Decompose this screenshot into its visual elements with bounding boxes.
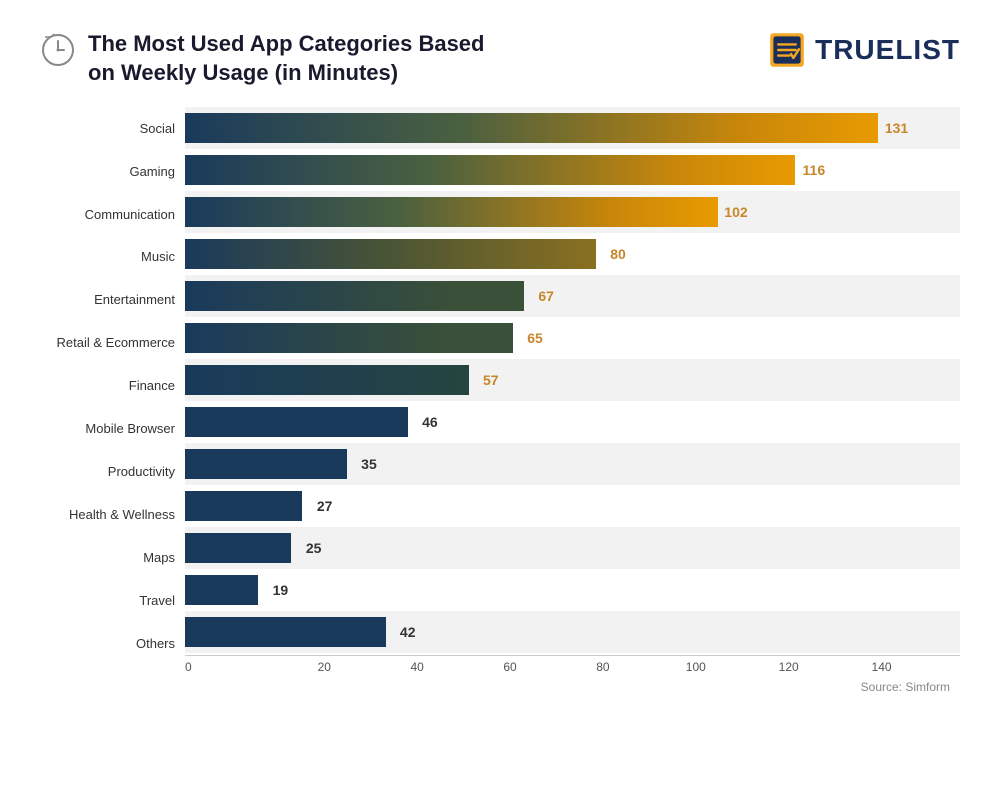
bars-container: 131 116 102 80 67 65 57 46 35 27 25 19 42 (185, 107, 960, 653)
y-axis-label: Health & Wellness (40, 493, 185, 535)
bar-value-label: 57 (483, 372, 499, 388)
x-axis: 020406080100120140 (185, 655, 960, 674)
bar-value-label: 42 (400, 624, 416, 640)
bar-row: 35 (185, 443, 960, 485)
y-axis-label: Entertainment (40, 279, 185, 321)
header: The Most Used App Categories Based on We… (40, 30, 960, 87)
bar: 67 (185, 281, 524, 311)
bar: 65 (185, 323, 513, 353)
x-axis-label: 20 (278, 660, 371, 674)
x-axis-label: 40 (371, 660, 464, 674)
bar: 80 (185, 239, 596, 269)
bar-value-label: 25 (306, 540, 322, 556)
bar-value-label: 35 (361, 456, 377, 472)
bar: 42 (185, 617, 386, 647)
bar: 19 (185, 575, 258, 605)
bar-row: 57 (185, 359, 960, 401)
logo-text: TRUELIST (815, 34, 960, 66)
clock-icon (40, 32, 76, 68)
chart-area: SocialGamingCommunicationMusicEntertainm… (40, 107, 960, 694)
x-axis-label: 60 (464, 660, 557, 674)
bar-row: 67 (185, 275, 960, 317)
y-axis: SocialGamingCommunicationMusicEntertainm… (40, 107, 185, 694)
y-axis-label: Communication (40, 193, 185, 235)
bar-value-label: 102 (724, 204, 747, 220)
chart-body: 13111610280676557463527251942 0204060801… (185, 107, 960, 694)
main-container: The Most Used App Categories Based on We… (0, 0, 1000, 795)
bar-row: 65 (185, 317, 960, 359)
bar-row: 131 (185, 107, 960, 149)
bar-value-label: 116 (803, 162, 826, 178)
bar-value-label: 131 (885, 120, 908, 136)
logo-section: TRUELIST (767, 30, 960, 70)
x-axis-label: 140 (835, 660, 928, 674)
y-axis-label: Finance (40, 365, 185, 407)
bar-row: 25 (185, 527, 960, 569)
y-axis-label: Gaming (40, 150, 185, 192)
bar-value-label: 19 (273, 582, 289, 598)
bar-row: 46 (185, 401, 960, 443)
truelist-logo-icon (767, 30, 807, 70)
x-axis-label: 100 (649, 660, 742, 674)
chart-title: The Most Used App Categories Based on We… (88, 30, 484, 87)
bar-value-label: 65 (527, 330, 543, 346)
y-axis-label: Travel (40, 579, 185, 621)
bar: 46 (185, 407, 408, 437)
bar: 131 (185, 113, 878, 143)
bar: 116 (185, 155, 795, 185)
y-axis-label: Others (40, 622, 185, 664)
y-axis-label: Music (40, 236, 185, 278)
bar: 27 (185, 491, 302, 521)
bar: 102 (185, 197, 718, 227)
x-axis-label: 120 (742, 660, 835, 674)
x-axis-label: 0 (185, 660, 278, 674)
y-axis-label: Maps (40, 536, 185, 578)
bar-value-label: 80 (610, 246, 626, 262)
bar-value-label: 67 (538, 288, 554, 304)
y-axis-label: Social (40, 107, 185, 149)
y-axis-label: Retail & Ecommerce (40, 322, 185, 364)
title-section: The Most Used App Categories Based on We… (40, 30, 484, 87)
bar-value-label: 27 (317, 498, 333, 514)
bar: 57 (185, 365, 469, 395)
bar-row: 102 (185, 191, 960, 233)
bar-row: 27 (185, 485, 960, 527)
x-axis-label: 80 (557, 660, 650, 674)
y-axis-label: Productivity (40, 450, 185, 492)
source-text: Source: Simform (185, 680, 960, 694)
bar-row: 19 (185, 569, 960, 611)
bar-row: 116 (185, 149, 960, 191)
y-axis-label: Mobile Browser (40, 408, 185, 450)
bar-row: 42 (185, 611, 960, 653)
bar: 25 (185, 533, 291, 563)
bar-value-label: 46 (422, 414, 438, 430)
bar-row: 80 (185, 233, 960, 275)
bar: 35 (185, 449, 347, 479)
